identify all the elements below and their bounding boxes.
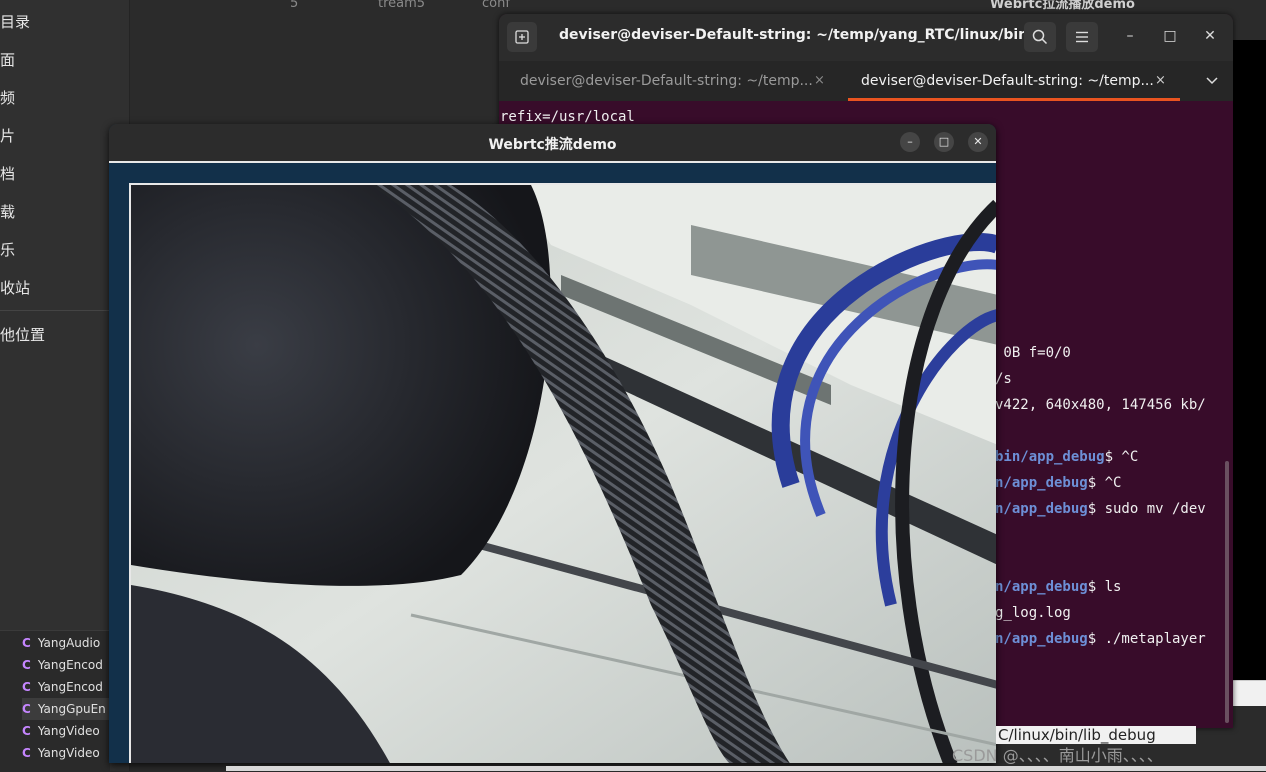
sidebar-item-0[interactable]: 目录	[0, 11, 30, 32]
prompt-command: $ ^C	[1104, 449, 1139, 465]
search-button[interactable]	[1024, 22, 1056, 52]
c-file-icon: C	[22, 680, 31, 694]
file-item[interactable]: C YangVideo	[22, 742, 110, 764]
file-name: YangEncod	[37, 680, 103, 694]
tab-2-active[interactable]: deviser@deviser-Default-string: ~/temp..…	[861, 61, 1154, 101]
terminal-prompt-line: n/app_debug$ ls	[995, 579, 1121, 595]
prompt-path: bin/app_debug	[995, 449, 1105, 465]
prompt-path: n/app_debug	[995, 631, 1088, 647]
c-file-icon: C	[22, 746, 31, 760]
demo-maximize-button[interactable]: □	[934, 132, 954, 152]
terminal-prompt-line: n/app_debug$ ^C	[995, 475, 1121, 491]
prompt-path: n/app_debug	[995, 579, 1088, 595]
sidebar-item-3[interactable]: 片	[0, 125, 15, 146]
terminal-header[interactable]: deviser@deviser-Default-string: ~/temp/y…	[499, 14, 1233, 61]
column-number: 5	[290, 0, 299, 11]
file-item[interactable]: C YangAudio	[22, 632, 110, 654]
demo-minimize-button[interactable]: –	[900, 132, 920, 152]
terminal-prompt-line: bin/app_debug$ ^C	[995, 449, 1138, 465]
menu-button[interactable]	[1066, 22, 1098, 52]
prompt-path: n/app_debug	[995, 501, 1088, 517]
tab-1-close-icon[interactable]: ×	[814, 61, 825, 101]
csdn-watermark: CSDN @、、、、南山小雨、、、、	[952, 746, 1163, 765]
hamburger-menu-icon	[1076, 31, 1088, 43]
prompt-command: $ ^C	[1087, 475, 1122, 491]
column-name: tream5	[378, 0, 426, 11]
camera-feed-image	[131, 185, 996, 763]
new-tab-icon	[515, 30, 529, 44]
file-item[interactable]: C YangVideo	[22, 720, 110, 742]
prompt-command: $ sudo mv /dev	[1087, 501, 1206, 517]
demo-window-header[interactable]: Webrtc推流demo – □ ✕	[109, 124, 996, 161]
c-file-icon: C	[22, 702, 31, 716]
search-icon	[1032, 29, 1048, 45]
behind-window-title: Webrtc拉流播放demo	[990, 0, 1135, 12]
sidebar-item-other-locations[interactable]: 他位置	[0, 324, 45, 345]
terminal-scrollbar[interactable]	[1225, 461, 1229, 723]
prompt-path: n/app_debug	[995, 475, 1088, 491]
file-name: YangEncod	[37, 658, 103, 672]
sidebar-item-trash[interactable]: 收站	[0, 277, 30, 298]
minimize-button[interactable]: –	[1120, 28, 1140, 44]
terminal-line: refix=/usr/local	[500, 109, 635, 125]
close-button[interactable]: ✕	[1200, 28, 1220, 44]
terminal-tab-bar: deviser@deviser-Default-string: ~/temp..…	[499, 61, 1233, 101]
prompt-command: $ ls	[1087, 579, 1122, 595]
sidebar-item-6[interactable]: 乐	[0, 239, 15, 260]
file-item-selected[interactable]: C YangGpuEn	[22, 698, 110, 720]
sidebar-item-5[interactable]: 载	[0, 201, 15, 222]
terminal-prompt-line: n/app_debug$ ./metaplayer	[995, 631, 1206, 647]
demo-window-title: Webrtc推流demo	[488, 137, 617, 153]
tab-2-close-icon[interactable]: ×	[1155, 61, 1166, 101]
maximize-button[interactable]: □	[1160, 28, 1180, 44]
terminal-line: v422, 640x480, 147456 kb/	[995, 397, 1206, 413]
terminal-line: g_log.log	[995, 605, 1071, 621]
new-tab-button[interactable]	[507, 22, 537, 52]
terminal-prompt-line: n/app_debug$ sudo mv /dev	[995, 501, 1206, 517]
terminal-line: 0B f=0/0	[995, 345, 1071, 361]
behind-window-statusbar	[1233, 680, 1266, 706]
file-item[interactable]: C YangEncod	[22, 654, 110, 676]
file-name: YangAudio	[37, 636, 101, 650]
c-file-icon: C	[22, 724, 31, 738]
file-name: YangVideo	[37, 746, 100, 760]
sidebar-item-2[interactable]: 频	[0, 87, 15, 108]
c-file-icon: C	[22, 636, 31, 650]
file-item[interactable]: C YangEncod	[22, 676, 110, 698]
behind-window	[1233, 40, 1266, 680]
demo-close-button[interactable]: ✕	[968, 132, 988, 152]
sidebar-item-4[interactable]: 档	[0, 163, 15, 184]
sidebar-item-1[interactable]: 面	[0, 49, 15, 70]
column-extra: conf	[482, 0, 510, 11]
demo-divider	[109, 161, 996, 163]
file-name: YangVideo	[37, 724, 100, 738]
source-file-list: C YangAudio C YangEncod C YangEncod C YangGp…	[0, 630, 110, 772]
terminal-title: deviser@deviser-Default-string: ~/temp/y…	[559, 27, 1045, 43]
bottom-panel-edge	[226, 766, 1266, 771]
terminal-line: /s	[995, 371, 1012, 387]
prompt-command: $ ./metaplayer	[1087, 631, 1206, 647]
chevron-down-icon[interactable]	[1206, 77, 1218, 85]
camera-video-frame	[129, 183, 996, 763]
file-name: YangGpuEn	[37, 702, 106, 716]
c-file-icon: C	[22, 658, 31, 672]
webrtc-demo-window[interactable]: Webrtc推流demo – □ ✕	[109, 124, 996, 763]
tab-1[interactable]: deviser@deviser-Default-string: ~/temp..…	[520, 61, 813, 101]
